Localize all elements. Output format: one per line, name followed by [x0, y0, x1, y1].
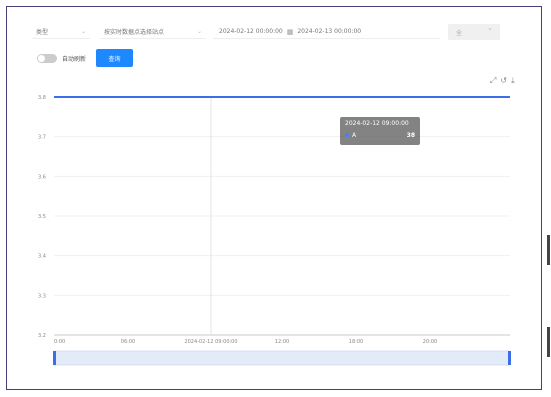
chart-tooltip: 2024-02-12 09:00:00 A 38 [340, 117, 420, 145]
tooltip-time: 2024-02-12 09:00:00 [345, 120, 409, 127]
y-tick-label: 3.2 [38, 333, 46, 339]
datazoom-handle-left[interactable] [53, 351, 56, 365]
x-tick-label: 0:00 [54, 339, 65, 345]
x-tick-label: 06:00 [121, 339, 135, 345]
y-tick-label: 3.6 [38, 174, 46, 180]
tooltip-value: 38 [406, 132, 415, 139]
y-axis-ticks: 3.8 3.7 3.6 3.5 3.4 3.3 3.2 [38, 95, 46, 339]
series-dot-icon [345, 133, 349, 137]
tooltip-series: A [352, 132, 357, 139]
datazoom-track[interactable] [53, 350, 511, 366]
x-tick-label: 18:00 [349, 339, 363, 345]
datazoom-handle-right[interactable] [508, 351, 511, 365]
x-tick-label: 20:00 [423, 339, 437, 345]
y-tick-label: 3.8 [38, 95, 46, 101]
y-tick-label: 3.5 [38, 214, 46, 220]
x-tick-label: 2024-02-12 09:00:00 [184, 339, 237, 345]
x-axis-ticks: 0:00 06:00 2024-02-12 09:00:00 12:00 18:00 20… [54, 339, 437, 345]
grid-lines [54, 96, 510, 336]
y-tick-label: 3.3 [38, 293, 46, 299]
line-chart: 3.8 3.7 3.6 3.5 3.4 3.3 3.2 0:00 06:00 2024-02-1… [38, 95, 511, 366]
x-tick-label: 12:00 [275, 339, 289, 345]
y-tick-label: 3.7 [38, 135, 46, 141]
y-tick-label: 3.4 [38, 254, 46, 260]
